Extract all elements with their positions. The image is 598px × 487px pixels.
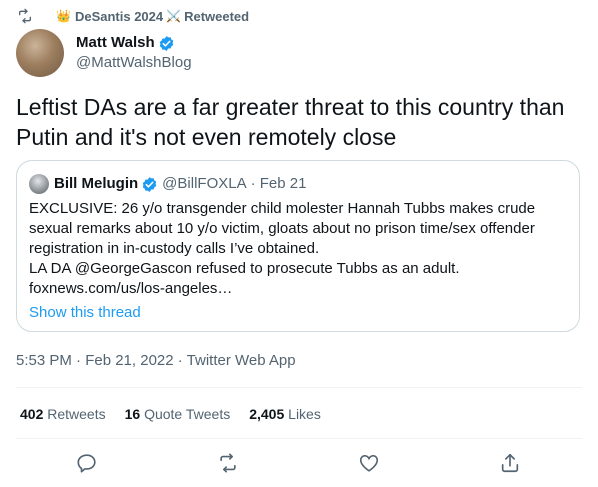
retweet-icon — [220, 453, 236, 473]
reply-button[interactable] — [76, 452, 100, 476]
engagement-stats: 402 Retweets 16 Quote Tweets 2,405 Likes — [20, 404, 340, 424]
retweeted-by-bar[interactable]: 👑 DeSantis 2024 ⚔️ Retweeted — [16, 6, 249, 26]
like-icon — [359, 455, 379, 472]
crown-emoji: 👑 — [56, 9, 71, 23]
swords-emoji: ⚔️ — [166, 9, 182, 23]
quoted-tweet-body: EXCLUSIVE: 26 y/o transgender child mole… — [29, 200, 536, 297]
retweets-label: Retweets — [47, 406, 106, 422]
divider-bottom — [16, 438, 582, 439]
tweet-action-bar — [0, 452, 598, 476]
quote-tweets-stat[interactable]: 16 Quote Tweets — [125, 404, 231, 424]
author-display-name[interactable]: Matt Walsh — [76, 33, 155, 53]
likes-label: Likes — [288, 406, 321, 422]
quoted-tweet-header: Bill Melugin @BillFOXLA · Feb 21 — [29, 174, 306, 194]
likes-count: 2,405 — [249, 406, 285, 422]
retweets-stat[interactable]: 402 Retweets — [20, 404, 106, 424]
retweets-count: 402 — [20, 406, 44, 422]
quoted-author-name: Bill Melugin — [54, 175, 139, 192]
likes-stat[interactable]: 2,405 Likes — [249, 404, 321, 424]
quoted-tweet-card[interactable]: Bill Melugin @BillFOXLA · Feb 21 EXCLUSI… — [16, 160, 580, 332]
retweeted-label: Retweeted — [184, 8, 250, 24]
tweet-timestamp[interactable]: 5:53 PM · Feb 21, 2022 · Twitter Web App — [16, 351, 296, 371]
verified-badge-icon — [159, 35, 173, 51]
like-button[interactable] — [358, 452, 382, 476]
divider-top — [16, 387, 582, 388]
retweet-button[interactable] — [217, 452, 241, 476]
tweet-author-header: Matt Walsh @MattWalshBlog — [16, 29, 192, 77]
reply-icon — [77, 454, 96, 473]
tweet-text: Leftist DAs are a far greater threat to … — [16, 94, 571, 150]
quoted-tweet-date: · Feb 21 — [250, 175, 307, 192]
quote-tweets-label: Quote Tweets — [144, 406, 231, 422]
author-names: Matt Walsh @MattWalshBlog — [76, 33, 192, 73]
share-button[interactable] — [499, 452, 523, 476]
retweeter-name[interactable]: DeSantis 2024 — [75, 9, 163, 24]
quote-tweets-count: 16 — [124, 406, 141, 422]
author-display-name-row[interactable]: Matt Walsh — [76, 33, 192, 53]
quoted-author-handle: @BillFOXLA — [162, 175, 247, 192]
author-handle[interactable]: @MattWalshBlog — [76, 53, 192, 73]
author-avatar[interactable] — [16, 29, 64, 77]
quoted-author-avatar — [29, 174, 49, 194]
share-icon — [501, 453, 519, 473]
retweet-icon — [16, 8, 36, 24]
verified-badge-icon — [142, 176, 157, 192]
show-thread-link[interactable]: Show this thread — [29, 303, 141, 323]
